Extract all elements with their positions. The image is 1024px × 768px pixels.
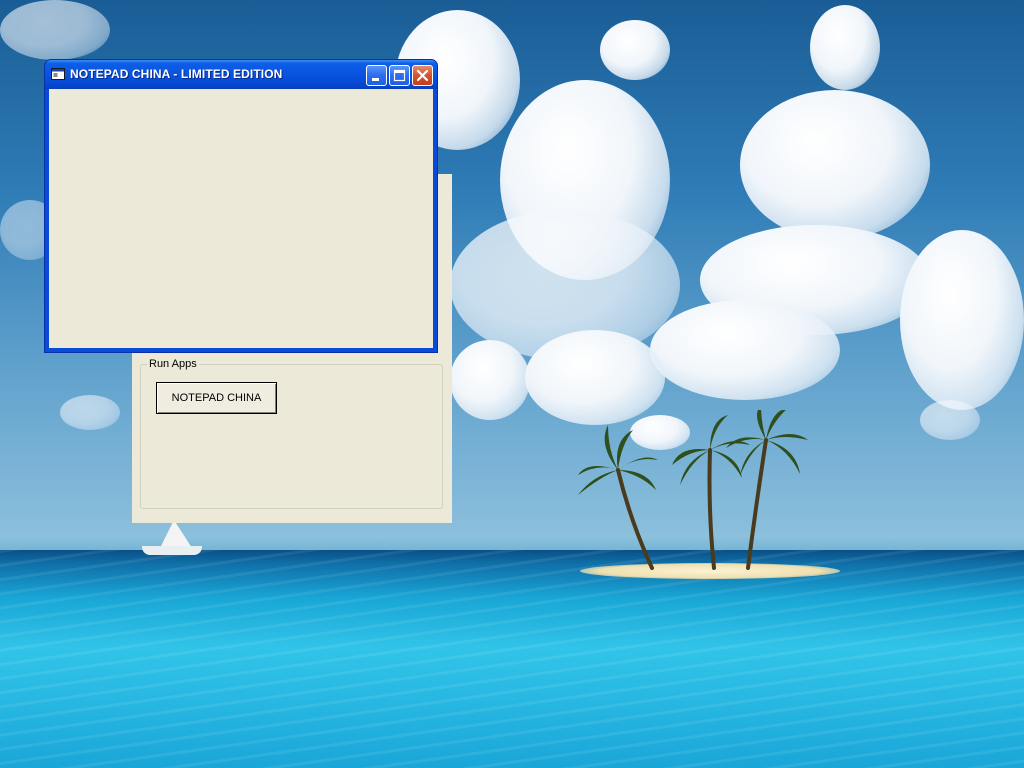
cloud [60,395,120,430]
cloud [920,400,980,440]
sailboat-sail [160,520,192,548]
cloud [650,300,840,400]
maximize-button[interactable] [389,65,410,86]
sailboat-hull [142,546,202,555]
cloud [900,230,1024,410]
palm-trees [578,410,808,570]
sea [0,550,1024,768]
window-client-area [49,89,433,348]
notepad-china-window: NOTEPAD CHINA - LIMITED EDITION [44,59,438,353]
window-titlebar[interactable]: NOTEPAD CHINA - LIMITED EDITION [45,60,437,89]
notepad-china-button[interactable]: NOTEPAD CHINA [156,382,277,414]
maximize-icon [393,69,406,82]
cloud [740,90,930,240]
cloud [450,340,530,420]
cloud [600,20,670,80]
minimize-button[interactable] [366,65,387,86]
minimize-icon [372,78,379,81]
close-button[interactable] [412,65,433,86]
app-window-icon [51,68,65,80]
cloud [810,5,880,90]
window-title: NOTEPAD CHINA - LIMITED EDITION [70,67,283,81]
close-icon [416,69,429,82]
groupbox-label: Run Apps [147,358,199,370]
cloud [0,0,110,60]
